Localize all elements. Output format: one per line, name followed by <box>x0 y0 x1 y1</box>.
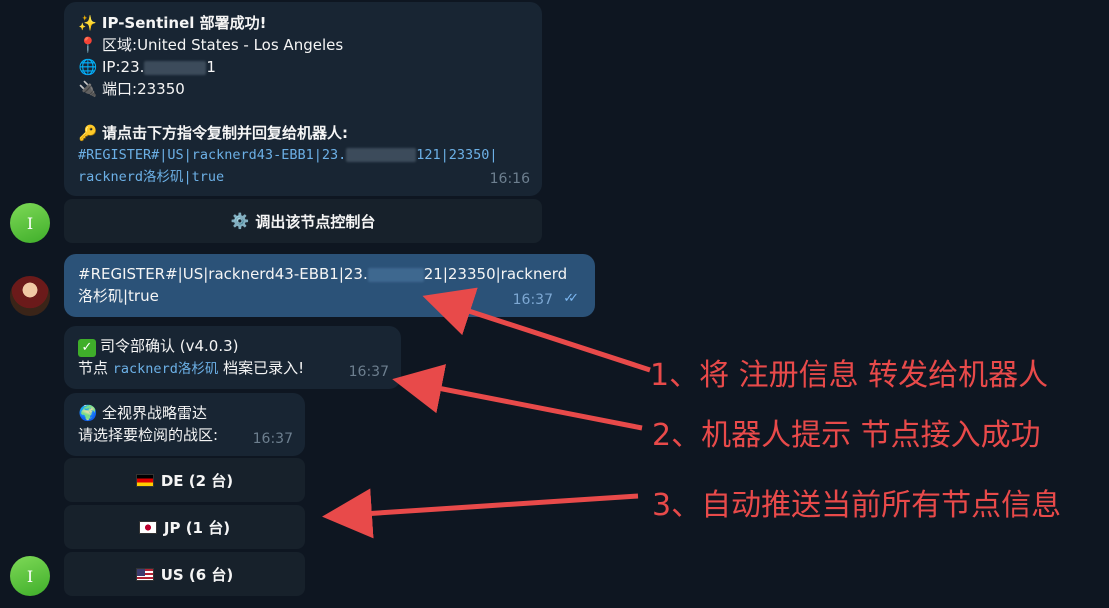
annotation-step-2: 2、机器人提示 节点接入成功 <box>652 418 1041 453</box>
arrow-1 <box>422 287 651 373</box>
arrow-2 <box>392 364 643 431</box>
annotation-step-3: 3、自动推送当前所有节点信息 <box>652 488 1062 523</box>
arrow-3 <box>322 488 639 539</box>
annotation-step-1: 1、将 注册信息 转发给机器人 <box>650 358 1049 393</box>
